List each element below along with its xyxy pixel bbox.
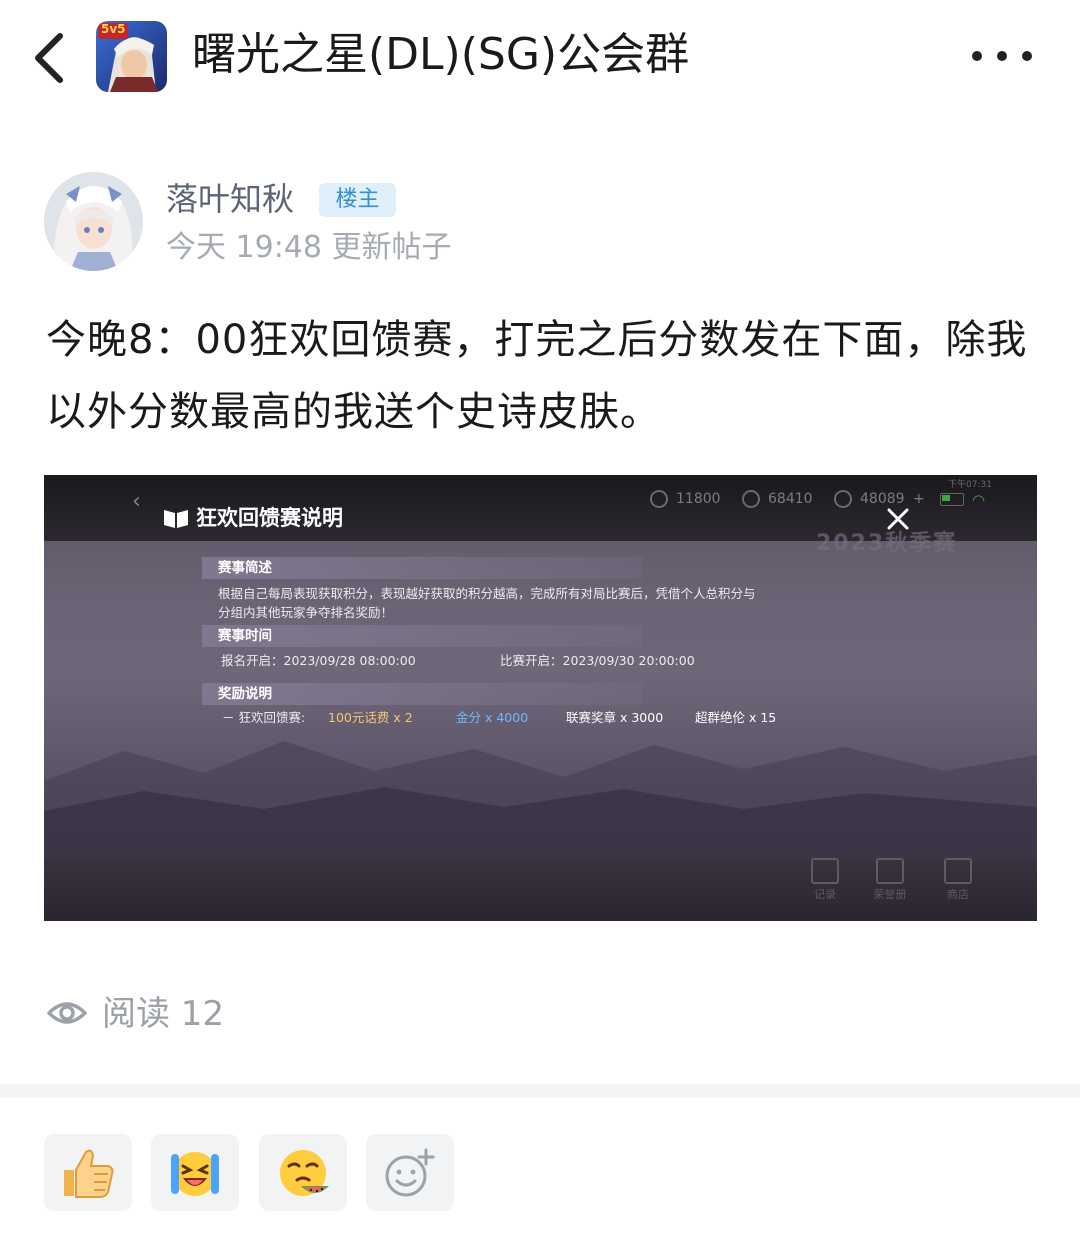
wifi-icon: ◠: [972, 491, 986, 509]
reward-gold-points: 金分 x 4000: [456, 710, 529, 725]
post-meta: 今天 19:48 更新帖子: [166, 230, 452, 265]
section-divider: [0, 1084, 1080, 1098]
game-back-icon: ‹: [132, 489, 141, 514]
mountain-silhouette: [44, 741, 1037, 859]
resource-coins: 11800: [650, 489, 721, 509]
shop-cart-icon: [944, 858, 972, 884]
add-emoji-icon: [385, 1148, 435, 1197]
coin-icon: [650, 490, 668, 508]
owner-badge: 楼主: [319, 183, 396, 217]
watermelon-smirk-icon: [280, 1150, 329, 1196]
diamond-icon: [834, 490, 852, 508]
add-reaction-button[interactable]: [366, 1134, 454, 1211]
group-avatar[interactable]: 5v5: [96, 21, 167, 92]
reward-phone-credit: 100元话费 x 2: [328, 710, 413, 725]
laughing-tears-icon: [171, 1152, 219, 1196]
reward-skin-item: 超群绝伦 x 15: [695, 710, 777, 725]
voucher-icon: [742, 490, 760, 508]
anime-girl-avatar-icon: [44, 172, 143, 271]
close-icon[interactable]: [884, 505, 912, 533]
open-book-icon: [164, 510, 188, 528]
more-dots-icon: [972, 51, 1032, 61]
author-avatar[interactable]: [44, 172, 143, 271]
records-icon: [811, 858, 839, 884]
rules-title: 狂欢回馈赛说明: [196, 506, 343, 530]
post-image[interactable]: 2023秋季赛 ‹ 11800 68410 48089 + 下午07:31 ◠ …: [44, 475, 1037, 921]
chevron-left-icon: [35, 33, 63, 83]
honor-book-icon: [876, 858, 904, 884]
records-button: 记录: [799, 858, 851, 902]
reaction-watermelon-smirk[interactable]: [259, 1134, 347, 1211]
section-title-overview: 赛事简述: [218, 560, 272, 576]
thumbs-up-icon: [64, 1149, 114, 1198]
plus-icon: +: [913, 491, 925, 507]
shop-button: 商店: [932, 858, 984, 902]
signup-time: 报名开启：2023/09/28 08:00:00: [221, 653, 416, 668]
resource-vouchers: 68410: [742, 489, 813, 509]
post-content: 今晚8：00狂欢回馈赛，打完之后分数发在下面，除我以外分数最高的我送个史诗皮肤。: [46, 317, 1028, 435]
match-start-time: 比赛开启：2023/09/30 20:00:00: [500, 653, 695, 668]
section-title-time: 赛事时间: [218, 628, 272, 644]
honor-book-button: 荣誉册: [864, 858, 916, 902]
game-clock: 下午07:31: [948, 480, 992, 490]
author-name[interactable]: 落叶知秋: [166, 177, 294, 221]
back-button[interactable]: [30, 30, 74, 86]
reward-league-medal: 联赛奖章 x 3000: [566, 710, 664, 725]
overview-line-1: 根据自己每局表现获取积分，表现越好获取的积分越高，完成所有对局比赛后，凭借个人总…: [218, 586, 756, 601]
group-title: 曙光之星(DL)(SG)公会群: [192, 29, 690, 80]
read-count-label: 阅读 12: [102, 994, 225, 1034]
overview-line-2: 分组内其他玩家争夺排名奖励！: [218, 605, 394, 620]
reaction-laughing[interactable]: [151, 1134, 239, 1211]
reaction-thumbs-up[interactable]: [44, 1134, 132, 1211]
battery-icon: [940, 493, 964, 506]
header-bar: 5v5 曙光之星(DL)(SG)公会群: [0, 0, 1080, 112]
more-button[interactable]: [960, 32, 1050, 80]
section-title-rewards: 奖励说明: [218, 686, 272, 702]
group-avatar-badge: 5v5: [101, 22, 126, 36]
reward-label: － 狂欢回馈赛:: [222, 710, 306, 725]
eye-icon: [47, 1002, 87, 1024]
